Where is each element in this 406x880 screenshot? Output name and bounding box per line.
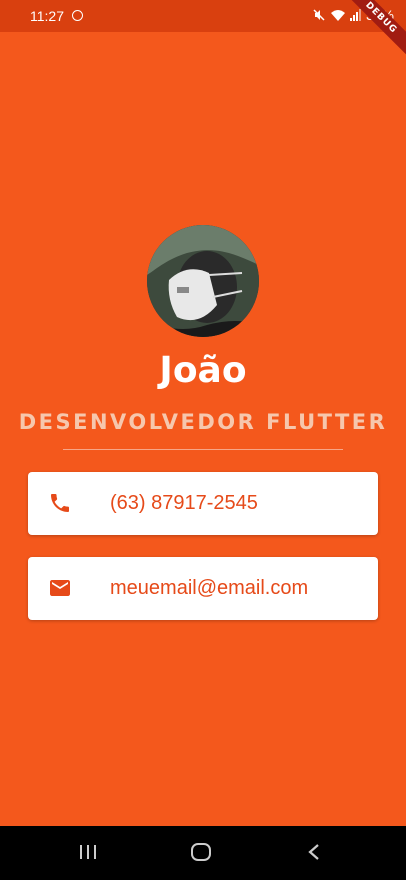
back-icon[interactable] <box>306 842 322 862</box>
recent-apps-icon[interactable] <box>78 842 98 862</box>
email-address: meuemail@email.com <box>110 577 309 599</box>
notification-icon <box>72 10 83 21</box>
status-time: 11:27 <box>30 8 64 24</box>
signal-icon <box>349 9 361 21</box>
profile-role: DESENVOLVEDOR FLUTTER <box>18 410 388 434</box>
phone-icon <box>51 494 69 512</box>
navigation-bar <box>0 826 406 880</box>
email-icon <box>50 580 70 596</box>
wifi-icon <box>330 9 345 21</box>
phone-number: (63) 87917-2545 <box>110 492 258 514</box>
phone-card[interactable]: (63) 87917-2545 <box>28 472 378 535</box>
email-card[interactable]: meuemail@email.com <box>28 557 378 620</box>
divider <box>63 449 343 450</box>
avatar <box>147 225 259 337</box>
profile-name: João <box>159 350 247 391</box>
profile-photo <box>147 225 259 337</box>
home-icon[interactable] <box>190 842 212 862</box>
mute-icon <box>313 9 325 21</box>
status-bar: 11:27 36% DEBUG <box>0 0 406 63</box>
